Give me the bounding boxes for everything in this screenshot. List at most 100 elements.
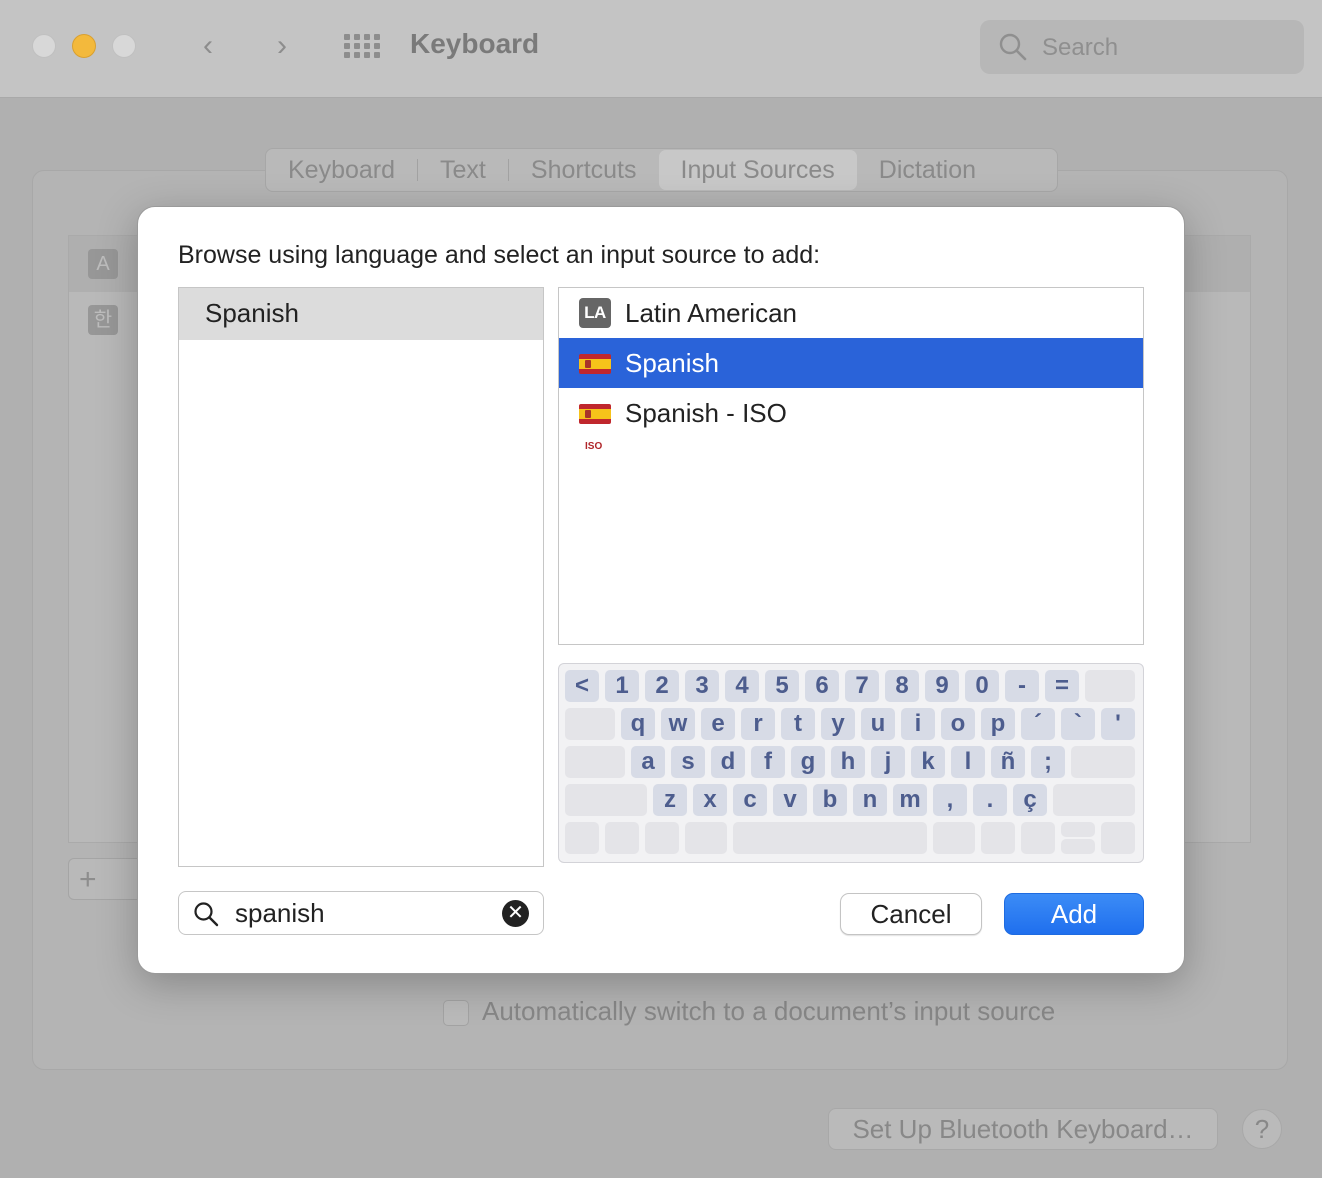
command-key [933,822,975,854]
keyboard-key: f [751,746,785,778]
auto-switch-checkbox[interactable] [443,1000,469,1026]
keyboard-key: b [813,784,847,816]
keyboard-key: - [1005,670,1039,702]
tab-dictation[interactable]: Dictation [857,150,998,190]
search-icon [999,33,1027,61]
keyboard-key: ç [1013,784,1047,816]
keyboard-key: x [693,784,727,816]
keyboard-key: , [933,784,967,816]
add-icon[interactable]: + [79,863,97,897]
keyboard-key: r [741,708,775,740]
cancel-button[interactable]: Cancel [840,893,982,935]
keyboard-key: z [653,784,687,816]
keyboard-key: q [621,708,655,740]
tab-text[interactable]: Text [418,150,508,190]
add-button[interactable]: Add [1004,893,1144,935]
source-item-spanish[interactable]: Spanish [559,338,1143,388]
language-item-spanish[interactable]: Spanish [179,288,543,340]
source-label: Spanish [625,348,719,378]
spain-flag-iso-icon: ISO [579,398,611,452]
keyboard-key: h [831,746,865,778]
window-title: Keyboard [410,28,540,59]
keyboard-key: 3 [685,670,719,702]
keyboard-key: d [711,746,745,778]
keyboard-key: y [821,708,855,740]
keyboard-key: 9 [925,670,959,702]
keyboard-key: c [733,784,767,816]
abc-input-icon: A [88,249,118,279]
up-arrow-key [1061,822,1095,837]
clear-search-icon[interactable]: ✕ [502,900,529,927]
keyboard-key: ; [1031,746,1065,778]
language-search-field[interactable]: spanish ✕ [178,891,544,935]
keyboard-key: n [853,784,887,816]
space-bar-key [733,822,927,854]
keyboard-key: g [791,746,825,778]
keyboard-key: v [773,784,807,816]
forward-chevron-icon[interactable]: › [262,26,302,66]
keyboard-key: ñ [991,746,1025,778]
tab-keyboard[interactable]: Keyboard [266,150,417,190]
title-bar: ‹ › Keyboard Search [0,0,1322,98]
keyboard-key: l [951,746,985,778]
tab-shortcuts[interactable]: Shortcuts [509,150,659,190]
option-key [981,822,1015,854]
keyboard-key: t [781,708,815,740]
close-window-button[interactable] [32,34,56,58]
bluetooth-keyboard-button[interactable]: Set Up Bluetooth Keyboard… [828,1108,1218,1150]
add-input-source-sheet: Browse using language and select an inpu… [137,206,1185,974]
keyboard-key: j [871,746,905,778]
keyboard-key: 7 [845,670,879,702]
keyboard-key: 5 [765,670,799,702]
keyboard-key: k [911,746,945,778]
search-placeholder: Search [1042,34,1119,61]
keyboard-key: i [901,708,935,740]
keyboard-key: 4 [725,670,759,702]
keyboard-key: p [981,708,1015,740]
tab-bar: Keyboard Text Shortcuts Input Sources Di… [265,148,1058,192]
keyboard-key: a [631,746,665,778]
keyboard-key: ' [1101,708,1135,740]
search-icon [194,902,219,927]
keyboard-key: w [661,708,695,740]
source-label: Latin American [625,298,797,328]
keyboard-key: . [973,784,1007,816]
keyboard-key: = [1045,670,1079,702]
left-arrow-key [1021,822,1055,854]
keyboard-key: 8 [885,670,919,702]
back-chevron-icon[interactable]: ‹ [188,26,228,66]
keyboard-key: 2 [645,670,679,702]
preferences-search-input[interactable]: Search [980,20,1304,74]
fn-key [565,822,599,854]
source-item-latin-american[interactable]: LA Latin American [559,288,1143,338]
minimize-window-button[interactable] [72,34,96,58]
option-key [645,822,679,854]
caps-lock-key [565,746,625,778]
source-label: Spanish - ISO [625,398,787,428]
delete-key [1085,670,1135,702]
language-list: Spanish [178,287,544,867]
down-arrow-key [1061,839,1095,854]
keyboard-key: 0 [965,670,999,702]
input-source-list: LA Latin American Spanish ISO Spanish - … [558,287,1144,645]
keyboard-key: m [893,784,927,816]
auto-switch-label: Automatically switch to a document’s inp… [482,996,1056,1026]
keyboard-key: 6 [805,670,839,702]
add-remove-control[interactable]: + [68,858,148,900]
left-shift-key [565,784,647,816]
tab-input-sources[interactable]: Input Sources [658,150,857,190]
iso-badge-text: ISO [585,441,603,452]
zoom-window-button[interactable] [112,34,136,58]
keyboard-key: o [941,708,975,740]
return-key [1071,746,1135,778]
keyboard-key: ´ [1021,708,1055,740]
keyboard-key: 1 [605,670,639,702]
command-key [685,822,727,854]
show-all-grid-icon[interactable] [344,34,382,58]
keyboard-key: u [861,708,895,740]
help-button[interactable]: ? [1242,1109,1282,1149]
keyboard-key: e [701,708,735,740]
source-item-spanish-iso[interactable]: ISO Spanish - ISO [559,388,1143,452]
sheet-prompt: Browse using language and select an inpu… [178,241,821,269]
la-badge-icon: LA [579,298,611,328]
